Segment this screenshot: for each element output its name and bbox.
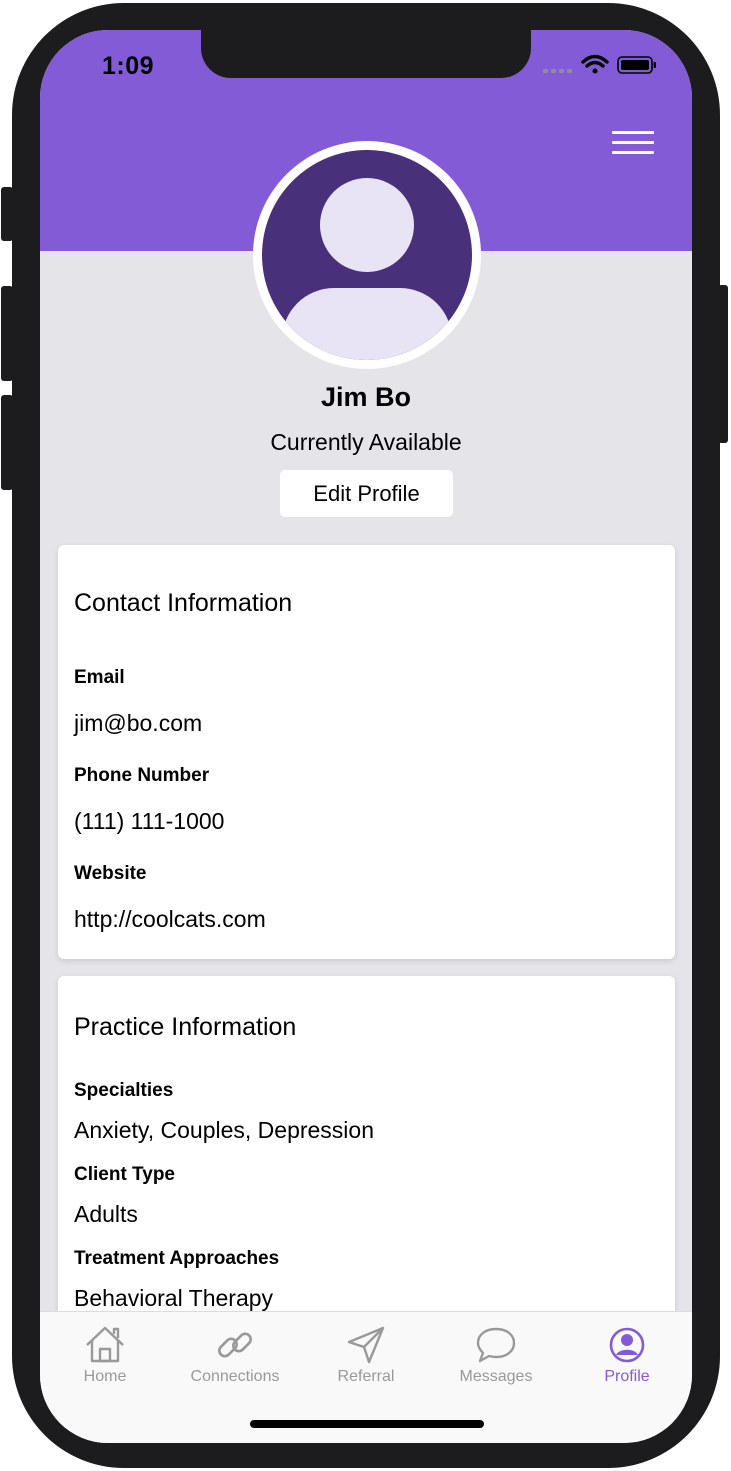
email-value[interactable]: jim@bo.com [74,710,202,737]
cellular-signal-icon [543,69,572,73]
app-screen: 1:09 Jim Bo Currently Available Edit Pro… [40,30,692,1443]
client-type-label: Client Type [74,1164,175,1185]
home-icon [86,1326,124,1363]
email-label: Email [74,667,125,688]
tab-label: Messages [459,1368,533,1385]
website-value[interactable]: http://coolcats.com [74,906,266,933]
power-button [718,285,728,443]
edit-profile-button[interactable]: Edit Profile [280,470,453,517]
chat-bubble-icon [476,1327,516,1363]
tab-label: Profile [604,1368,650,1385]
client-type-value: Adults [74,1201,138,1227]
volume-down-button [1,395,13,490]
menu-icon[interactable] [612,131,654,157]
link-icon [218,1332,252,1358]
contact-information-card: Contact Information Email jim@bo.com Pho… [58,545,675,959]
availability-status: Currently Available [270,429,462,455]
tab-label: Home [83,1368,127,1385]
volume-up-button [1,286,13,381]
paper-plane-icon [347,1326,385,1364]
wifi-icon [581,54,609,74]
phone-label: Phone Number [74,765,210,786]
tab-messages[interactable]: Messages [431,1312,561,1392]
tab-profile[interactable]: Profile [562,1312,692,1392]
mute-switch [1,187,13,241]
phone-value[interactable]: (111) 111-1000 [74,808,224,835]
status-time: 1:09 [102,52,155,80]
treatment-approaches-label: Treatment Approaches [74,1248,280,1269]
specialties-label: Specialties [74,1080,174,1101]
user-circle-icon [609,1327,645,1363]
tab-label: Connections [190,1368,280,1385]
card-title: Contact Information [74,589,293,617]
card-title: Practice Information [74,1013,297,1041]
website-label: Website [74,863,147,884]
status-icons [543,54,656,74]
user-silhouette-icon [262,150,472,360]
home-indicator[interactable] [250,1420,484,1428]
tab-referral[interactable]: Referral [301,1312,431,1392]
treatment-approaches-value: Behavioral Therapy [74,1285,274,1311]
tab-connections[interactable]: Connections [170,1312,300,1392]
tab-label: Referral [337,1368,395,1385]
avatar[interactable] [253,141,481,369]
tab-home[interactable]: Home [40,1312,170,1392]
profile-name: Jim Bo [320,382,412,412]
battery-icon [617,56,656,74]
device-notch [201,30,531,78]
specialties-value: Anxiety, Couples, Depression [74,1117,374,1143]
